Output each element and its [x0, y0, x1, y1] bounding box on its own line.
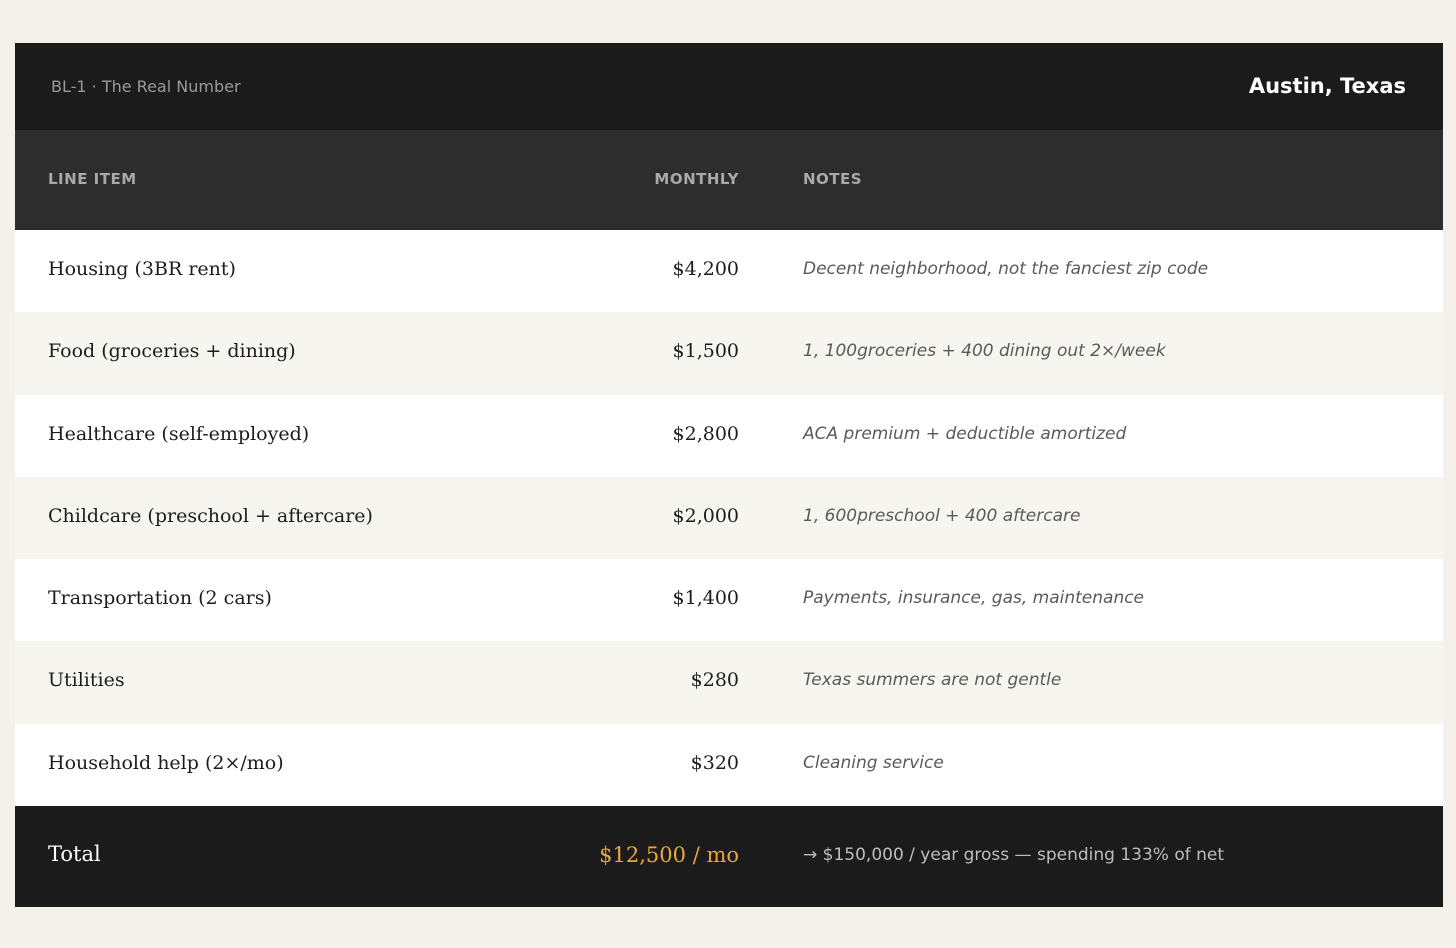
- line-item-note: Cleaning service: [803, 752, 944, 773]
- table-row: Household help (2×/mo) $320 Cleaning ser…: [15, 723, 1443, 807]
- line-item-label: Utilities: [48, 669, 125, 692]
- line-item-note: 1, 600preschool + 400 aftercare: [803, 505, 1081, 526]
- table-row: Food (groceries + dining) $1,500 1, 100g…: [15, 312, 1443, 395]
- budget-table-card: BL-1 · The Real Number Austin, Texas LIN…: [15, 43, 1443, 908]
- total-label: Total: [48, 842, 101, 867]
- column-header-line-item: LINE ITEM: [48, 170, 137, 188]
- line-item-label: Housing (3BR rent): [48, 258, 236, 280]
- column-header-monthly: MONTHLY: [654, 170, 739, 188]
- monthly-amount: $2,800: [672, 422, 739, 445]
- table-row: Utilities $280 Texas summers are not gen…: [15, 641, 1443, 724]
- table-row: Healthcare (self-employed) $2,800 ACA pr…: [15, 394, 1443, 477]
- total-value: $12,500 / mo: [599, 843, 739, 868]
- title-bar: BL-1 · The Real Number Austin, Texas: [15, 43, 1443, 130]
- line-item-label: Healthcare (self-employed): [48, 422, 310, 445]
- table-row: Transportation (2 cars) $1,400 Payments,…: [15, 559, 1443, 642]
- column-header-notes: NOTES: [803, 170, 863, 188]
- table-row: Housing (3BR rent) $4,200 Decent neighbo…: [15, 230, 1443, 313]
- monthly-amount: $2,000: [672, 504, 739, 527]
- line-item-note: 1, 100groceries + 400 dining out 2×/week: [803, 341, 1166, 362]
- monthly-amount: $1,500: [672, 340, 739, 363]
- table-row: Childcare (preschool + aftercare) $2,000…: [15, 476, 1443, 560]
- document-code: BL-1 · The Real Number: [51, 77, 241, 96]
- total-summary: → $150,000 / year gross — spending 133% …: [803, 845, 1225, 866]
- line-item-note: ACA premium + deductible amortized: [803, 423, 1127, 444]
- monthly-amount: $4,200: [672, 258, 739, 280]
- table-header: LINE ITEM MONTHLY NOTES: [15, 130, 1443, 230]
- line-item-note: Payments, insurance, gas, maintenance: [803, 588, 1145, 609]
- line-item-label: Childcare (preschool + aftercare): [48, 504, 373, 527]
- line-item-note: Texas summers are not gentle: [803, 670, 1062, 691]
- monthly-amount: $280: [690, 669, 739, 692]
- line-item-label: Food (groceries + dining): [48, 340, 296, 363]
- monthly-amount: $1,400: [672, 587, 739, 610]
- city-title: Austin, Texas: [1248, 74, 1406, 98]
- line-item-note: Decent neighborhood, not the fanciest zi…: [803, 259, 1209, 279]
- line-item-label: Transportation (2 cars): [48, 587, 272, 610]
- monthly-amount: $320: [690, 751, 739, 774]
- total-row: Total $12,500 / mo → $150,000 / year gro…: [15, 806, 1443, 908]
- line-item-label: Household help (2×/mo): [48, 751, 284, 774]
